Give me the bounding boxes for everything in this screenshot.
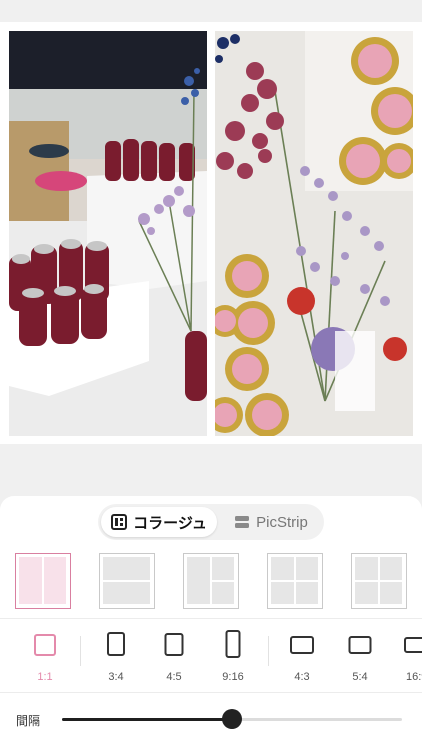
ratio-16-9-button[interactable]: 16:9	[400, 630, 422, 684]
collage-mode-button[interactable]: コラージュ	[101, 507, 217, 537]
ratio-4-3-button[interactable]: 4:3	[282, 630, 322, 684]
spacing-slider[interactable]	[62, 709, 402, 729]
ratio-4-5-button[interactable]: 4:5	[154, 630, 194, 684]
layout-two-horizontal[interactable]	[99, 553, 155, 609]
ratio-landscape-icon	[348, 636, 372, 654]
ratio-label: 16:9	[406, 671, 422, 683]
section-divider	[0, 618, 422, 619]
ratio-label: 4:5	[166, 671, 182, 683]
collage-photo-left[interactable]	[9, 31, 207, 436]
section-divider	[0, 692, 422, 693]
mode-toggle: コラージュ PicStrip	[98, 504, 324, 540]
ratio-3-4-button[interactable]: 3:4	[96, 630, 136, 684]
picstrip-mode-button[interactable]: PicStrip	[222, 507, 320, 537]
layout-two-vertical[interactable]	[15, 553, 71, 609]
ratio-5-4-button[interactable]: 5:4	[340, 630, 380, 684]
editor-bottom-sheet: コラージュ PicStrip 1:1 3:4 4:5 9:16 4:3 5:4 …	[0, 496, 422, 750]
ratio-portrait-icon	[164, 633, 184, 656]
ratio-separator	[80, 636, 81, 666]
ratio-label: 3:4	[108, 671, 124, 683]
collage-mode-label: コラージュ	[133, 514, 207, 532]
ratio-tall-icon	[225, 630, 241, 658]
aspect-ratio-row: 1:1 3:4 4:5 9:16 4:3 5:4 16:9	[0, 630, 422, 684]
ratio-wide-icon	[404, 637, 422, 653]
ratio-square-icon	[34, 634, 56, 656]
ratio-label: 9:16	[222, 671, 244, 683]
layout-three-mixed[interactable]	[183, 553, 239, 609]
ratio-label: 5:4	[352, 671, 368, 683]
ratio-landscape-icon	[290, 636, 314, 654]
picstrip-mode-label: PicStrip	[256, 513, 308, 531]
layout-four-grid[interactable]	[267, 553, 323, 609]
status-strip	[0, 0, 422, 22]
layout-template-row	[0, 553, 422, 611]
collage-canvas	[0, 22, 422, 444]
photo-flowers-macarons	[215, 31, 413, 436]
photo-drinks-display	[9, 31, 207, 436]
strip-icon	[235, 516, 250, 528]
collage-photo-right[interactable]	[215, 31, 413, 436]
ratio-portrait-icon	[107, 632, 125, 656]
ratio-1-1-button[interactable]: 1:1	[25, 630, 65, 684]
ratio-label: 1:1	[37, 671, 53, 683]
spacing-slider-fill	[62, 718, 232, 721]
ratio-9-16-button[interactable]: 9:16	[213, 630, 253, 684]
ratio-label: 4:3	[294, 671, 310, 683]
ratio-separator	[268, 636, 269, 666]
layout-four-grid-alt[interactable]	[351, 553, 407, 609]
spacing-slider-thumb[interactable]	[222, 709, 242, 729]
collage-grid-icon	[111, 514, 128, 530]
spacing-label: 間隔	[16, 714, 41, 728]
